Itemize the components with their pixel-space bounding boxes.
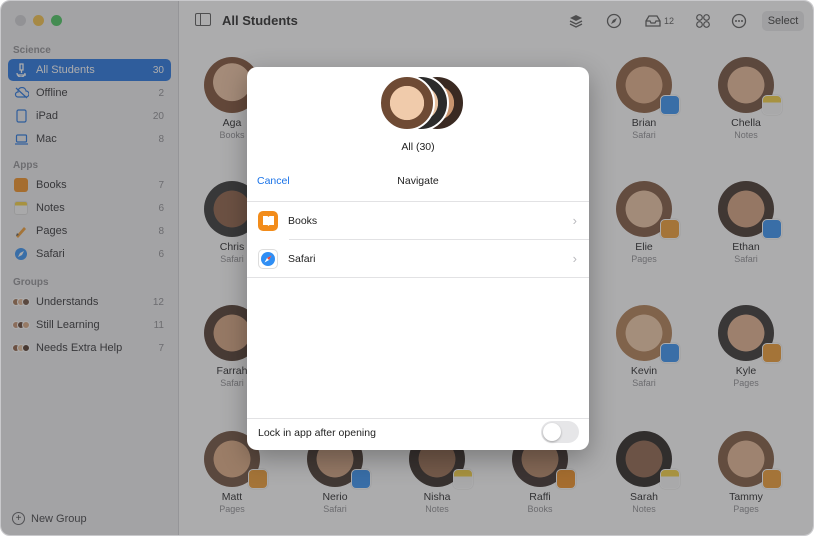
app-window: Science All Students 30 Offline 2 iPad 2… [0,0,814,536]
app-row-safari[interactable]: Safari › [247,240,589,277]
sheet-title: Navigate [397,175,439,187]
lock-in-app-label: Lock in app after opening [258,427,376,439]
divider [247,277,589,278]
toggle-knob [543,423,561,441]
chevron-right-icon: › [572,213,577,228]
selected-students-avatars [379,75,489,133]
books-app-icon [258,210,278,231]
lock-in-app-toggle[interactable] [541,421,579,443]
avatar [379,75,435,131]
selection-count-label: All (30) [401,141,435,153]
divider [247,418,589,419]
safari-app-icon [258,248,278,269]
app-row-books[interactable]: Books › [247,202,589,239]
chevron-right-icon: › [572,251,577,266]
navigate-sheet: All (30) Cancel Navigate Books › Safari … [247,67,589,450]
